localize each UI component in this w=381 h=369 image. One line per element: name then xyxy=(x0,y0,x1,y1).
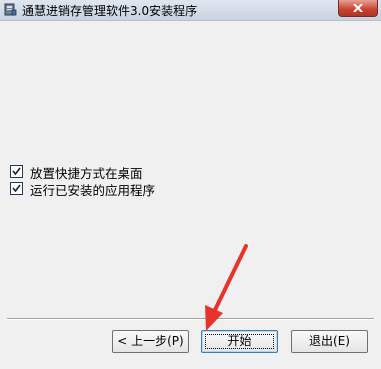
run-app-option[interactable]: 运行已安装的应用程序 xyxy=(10,181,210,198)
back-button[interactable]: < 上一步(P) xyxy=(112,330,189,353)
run-app-checkbox[interactable] xyxy=(10,182,23,195)
checkmark-icon xyxy=(12,184,21,193)
run-app-label: 运行已安装的应用程序 xyxy=(30,183,156,198)
start-button-label: 开始 xyxy=(227,334,252,348)
desktop-shortcut-option[interactable]: 放置快捷方式在桌面 xyxy=(10,164,210,181)
title-bar[interactable]: 通慧进销存管理软件3.0安装程序 xyxy=(0,0,381,21)
close-button[interactable] xyxy=(338,0,378,17)
desktop-shortcut-checkbox[interactable] xyxy=(10,165,23,178)
footer-divider xyxy=(7,318,374,320)
installer-app-icon xyxy=(4,3,17,16)
installer-window: 通慧进销存管理软件3.0安装程序 放置快捷方式在桌面 运行已安装的应用程序 < … xyxy=(0,0,381,369)
start-button[interactable]: 开始 xyxy=(201,330,278,353)
exit-button[interactable]: 退出(E) xyxy=(291,330,368,353)
checkmark-icon xyxy=(12,167,21,176)
exit-button-label: 退出(E) xyxy=(309,334,350,348)
close-icon xyxy=(353,4,363,12)
window-title: 通慧进销存管理软件3.0安装程序 xyxy=(22,4,198,18)
back-button-label: < 上一步(P) xyxy=(117,334,184,348)
